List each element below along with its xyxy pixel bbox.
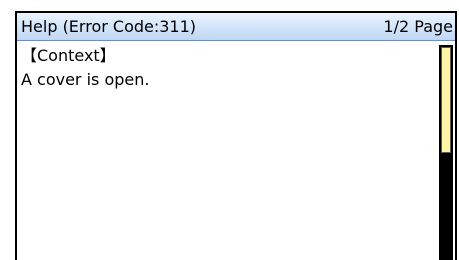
help-panel: Help (Error Code:311) 1/2 Page 【Context】…: [15, 11, 457, 260]
help-content: 【Context】 A cover is open.: [21, 46, 433, 260]
scroll-thumb[interactable]: [441, 47, 451, 153]
context-heading: 【Context】: [21, 46, 116, 65]
page-indicator: 1/2 Page: [383, 17, 453, 36]
help-title: Help (Error Code:311): [21, 17, 197, 36]
scrollbar[interactable]: [439, 45, 453, 260]
error-description: A cover is open.: [21, 70, 150, 89]
help-screen: Help (Error Code:311) 1/2 Page 【Context】…: [0, 0, 459, 260]
title-bar: Help (Error Code:311) 1/2 Page: [17, 13, 455, 41]
